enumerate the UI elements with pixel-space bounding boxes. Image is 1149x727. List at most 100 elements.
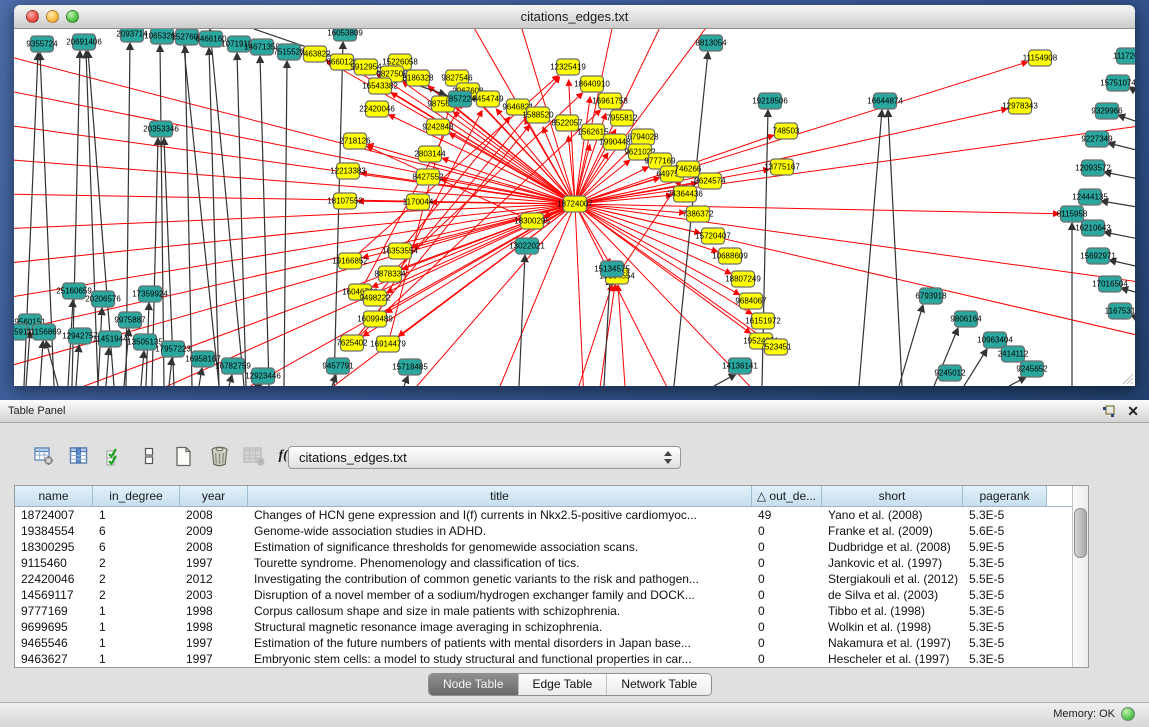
column-header-name[interactable]: name (15, 486, 93, 506)
network-canvas[interactable]: 1872400718300295746382286601285912954152… (14, 29, 1135, 386)
memory-ok-indicator[interactable] (1121, 707, 1135, 721)
network-node[interactable]: 1588520 (522, 107, 554, 123)
table-row[interactable]: 977716911998Corpus callosum shape and si… (15, 603, 1072, 619)
network-window[interactable]: citations_edges.txt 18724007183002957463… (14, 5, 1135, 386)
network-node[interactable]: 24364436 (667, 186, 703, 202)
float-panel-icon[interactable] (1102, 405, 1115, 418)
network-node[interactable]: 14136141 (722, 358, 758, 374)
network-node[interactable]: 7515520 (273, 44, 305, 60)
network-node[interactable]: 8878334 (374, 266, 406, 282)
network-node[interactable]: 6794028 (627, 129, 659, 145)
network-node[interactable]: 13022021 (509, 238, 545, 254)
close-panel-icon[interactable]: ✕ (1127, 400, 1139, 422)
column-header-pagerank[interactable]: pagerank (963, 486, 1047, 506)
network-node[interactable]: 9975887 (114, 312, 146, 328)
network-node[interactable]: 2414112 (998, 346, 1029, 362)
network-node[interactable]: 15720407 (695, 228, 731, 244)
network-node[interactable]: 15692971 (1080, 248, 1116, 264)
zoom-window-icon[interactable] (66, 10, 79, 23)
table-row[interactable]: 911546021997Tourette syndrome. Phenomeno… (15, 555, 1072, 571)
network-node[interactable]: 8454749 (472, 91, 504, 107)
network-node[interactable]: 10688609 (712, 248, 748, 264)
network-node[interactable]: 9242848 (422, 119, 454, 135)
network-node[interactable]: 16914479 (370, 336, 406, 352)
network-node[interactable]: 11154908 (1023, 50, 1058, 66)
column-header-year[interactable]: year (180, 486, 248, 506)
network-node[interactable]: 9498222 (359, 290, 391, 306)
column-header-in_degree[interactable]: in_degree (93, 486, 180, 506)
network-node[interactable]: 20691406 (66, 34, 102, 50)
network-node[interactable]: 7523451 (760, 339, 792, 355)
minimize-window-icon[interactable] (46, 10, 59, 23)
network-node[interactable]: 7386372 (682, 206, 714, 222)
close-window-icon[interactable] (26, 10, 39, 23)
network-node[interactable]: 9245012 (934, 365, 966, 381)
network-node[interactable]: 7625402 (336, 335, 368, 351)
table-options-icon[interactable] (33, 445, 55, 467)
show-columns-icon[interactable] (68, 445, 90, 467)
tab-node-table[interactable]: Node Table (429, 674, 518, 695)
network-node[interactable]: 18107552 (327, 193, 363, 209)
network-graph[interactable]: 1872400718300295746382286601285912954152… (14, 29, 1135, 386)
delete-column-icon[interactable] (208, 445, 230, 467)
network-node[interactable]: 15751074 (1100, 75, 1135, 91)
network-node[interactable]: 16099489 (357, 311, 393, 327)
network-node[interactable]: 18640910 (574, 76, 610, 92)
network-node[interactable]: 8813054 (695, 35, 727, 51)
table-selector-dropdown[interactable]: citations_edges.txt (288, 446, 681, 469)
network-node[interactable]: 9329966 (1091, 103, 1123, 119)
new-column-icon[interactable] (173, 445, 195, 467)
tab-network-table[interactable]: Network Table (606, 674, 711, 695)
network-node[interactable]: 9806164 (950, 311, 982, 327)
network-node[interactable]: 8186328 (402, 70, 434, 86)
table-row[interactable]: 1872400712008Changes of HCN gene express… (15, 507, 1072, 523)
network-node[interactable]: 22420046 (359, 101, 395, 117)
network-node[interactable]: 16151972 (745, 313, 781, 329)
network-node[interactable]: 6793918 (915, 288, 947, 304)
table-row[interactable]: 1830029562008Estimation of significance … (15, 539, 1072, 555)
column-header-title[interactable]: title (248, 486, 752, 506)
network-node[interactable]: 11156869 (27, 324, 62, 340)
column-header-out_degree[interactable]: △ out_de... (752, 486, 822, 506)
network-node[interactable]: 748503 (773, 123, 800, 139)
network-node[interactable]: 7857224 (444, 91, 476, 107)
network-node[interactable]: 19218506 (752, 93, 788, 109)
network-node[interactable]: 1167531 (1105, 303, 1135, 319)
network-node[interactable]: 12213383 (330, 163, 366, 179)
network-node[interactable]: 746266 (675, 161, 702, 177)
table-row[interactable]: 2242004622012Investigating the contribut… (15, 571, 1072, 587)
network-node[interactable]: 7955812 (606, 110, 638, 126)
network-node[interactable]: 8115958 (1057, 206, 1088, 222)
network-node[interactable]: 16053809 (327, 29, 363, 41)
network-node[interactable]: 9684067 (735, 293, 767, 309)
network-node[interactable]: 1170044 (403, 194, 434, 210)
network-node[interactable]: 2718126 (339, 133, 371, 149)
scrollbar-thumb[interactable] (1074, 508, 1087, 558)
network-node[interactable]: 2803144 (414, 146, 446, 162)
clear-selection-icon[interactable] (138, 445, 160, 467)
network-node[interactable]: 12325419 (550, 59, 586, 75)
delete-table-icon[interactable] (243, 445, 265, 467)
table-row[interactable]: 1456911722003Disruption of a novel membe… (15, 587, 1072, 603)
network-node[interactable]: 1117265 (1113, 48, 1135, 64)
table-scrollbar[interactable] (1072, 486, 1088, 667)
column-header-short[interactable]: short (822, 486, 963, 506)
network-node[interactable]: 15718485 (392, 359, 428, 375)
resize-grip-icon[interactable] (1121, 372, 1133, 384)
network-node[interactable]: 12093572 (1075, 160, 1111, 176)
network-node[interactable]: 20353346 (143, 121, 179, 137)
table-row[interactable]: 969969511998Structural magnetic resonanc… (15, 619, 1072, 635)
tab-edge-table[interactable]: Edge Table (518, 674, 607, 695)
table-row[interactable]: 946554611997Estimation of the future num… (15, 635, 1072, 651)
table-row[interactable]: 946362711997Embryonic stem cells: a mode… (15, 651, 1072, 667)
network-node[interactable]: 9245652 (1016, 361, 1048, 377)
network-node[interactable]: 17016504 (1092, 276, 1128, 292)
network-window-titlebar[interactable]: citations_edges.txt (14, 5, 1135, 29)
network-node[interactable]: 16644874 (867, 93, 903, 109)
network-node[interactable]: 8427552 (412, 169, 444, 185)
network-node[interactable]: 12978343 (1002, 98, 1038, 114)
network-node[interactable]: 9227349 (1081, 131, 1113, 147)
network-node[interactable]: 9355724 (26, 36, 58, 52)
network-node[interactable]: 9457791 (322, 358, 354, 374)
select-all-icon[interactable] (103, 445, 125, 467)
